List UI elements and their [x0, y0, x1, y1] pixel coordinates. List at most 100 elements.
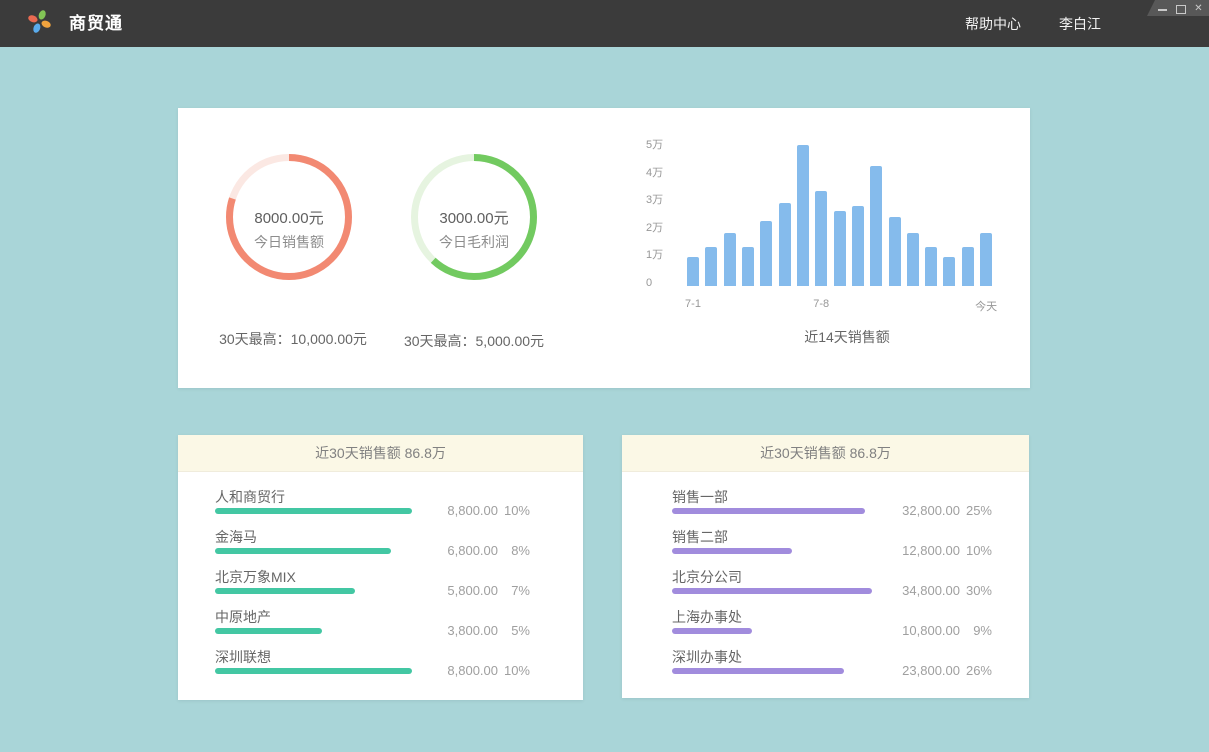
sales-bar-chart: 5万4万3万2万1万0 7-17-8今天 近14天销售额 [646, 138, 1036, 350]
item-name: 北京分公司 [672, 567, 742, 587]
item-progress-bar [672, 588, 872, 594]
item-values: 34,800.0030% [902, 583, 992, 599]
item-name: 金海马 [215, 527, 257, 547]
item-amount: 5,800.00 [447, 583, 498, 599]
chart-bar-day-16 [962, 247, 974, 286]
help-center-link[interactable]: 帮助中心 [965, 14, 1021, 34]
list-item: 深圳办事处 23,800.0026% [672, 647, 992, 677]
chart-bar-day-11 [870, 166, 882, 286]
chart-bar-day-12 [889, 217, 901, 286]
x-axis-tick: 今天 [964, 298, 1008, 314]
x-axis-tick: 7-1 [671, 298, 715, 310]
item-percent: 10% [498, 503, 530, 519]
item-name: 北京万象MIX [215, 567, 296, 587]
item-percent: 26% [960, 663, 992, 679]
item-progress-bar [672, 628, 752, 634]
chart-bar-day-2 [705, 247, 717, 286]
item-percent: 10% [498, 663, 530, 679]
chart-bar-day-14 [925, 247, 937, 286]
app-title: 商贸通 [69, 9, 123, 34]
chart-title: 近14天销售额 [687, 327, 1007, 347]
item-name: 深圳办事处 [672, 647, 742, 667]
item-values: 6,800.008% [447, 543, 530, 559]
chart-bar-day-13 [907, 233, 919, 286]
profit-30day-max-caption: 30天最高：5,000.00元 [359, 331, 589, 351]
chart-bar-day-10 [852, 206, 864, 286]
item-name: 中原地产 [215, 607, 271, 627]
department-list: 销售一部 32,800.0025% 销售二部 12,800.0010% 北京分公司 34,… [622, 472, 1029, 677]
item-amount: 32,800.00 [902, 503, 960, 519]
minimize-button[interactable] [1158, 4, 1167, 13]
chart-bar-day-6 [779, 203, 791, 286]
today-sales-label: 今日销售额 [219, 232, 359, 252]
list-item: 北京分公司 34,800.0030% [672, 567, 992, 597]
item-percent: 5% [498, 623, 530, 639]
item-percent: 10% [960, 543, 992, 559]
close-button[interactable]: ✕ [1194, 4, 1203, 13]
today-profit-donut: 3000.00元 今日毛利润 [404, 147, 544, 287]
chart-bar-day-8 [815, 191, 827, 286]
item-name: 上海办事处 [672, 607, 742, 627]
x-axis-tick: 7-8 [799, 298, 843, 310]
chart-bar-day-5 [760, 221, 772, 286]
item-amount: 34,800.00 [902, 583, 960, 599]
item-progress-bar [215, 668, 412, 674]
list-item: 销售一部 32,800.0025% [672, 487, 992, 517]
list-item: 人和商贸行8,800.0010% [215, 487, 530, 517]
item-values: 8,800.0010% [447, 503, 530, 519]
item-values: 3,800.005% [447, 623, 530, 639]
list-item: 北京万象MIX 5,800.007% [215, 567, 530, 597]
chart-bar-day-7 [797, 145, 809, 286]
y-axis-tick: 1万 [646, 248, 676, 262]
item-progress-bar [215, 628, 322, 634]
list-item: 上海办事处 10,800.009% [672, 607, 992, 637]
y-axis-tick: 0 [646, 276, 676, 290]
item-values: 8,800.0010% [447, 663, 530, 679]
item-amount: 3,800.00 [447, 623, 498, 639]
item-name: 销售一部 [672, 487, 728, 507]
today-sales-donut: 8000.00元 今日销售额 [219, 147, 359, 287]
chart-bar-day-15 [943, 257, 955, 286]
customer-card-title: 近30天销售额 86.8万 [178, 435, 583, 472]
titlebar[interactable]: 商贸通 帮助中心 李白江 ✕ [0, 0, 1209, 47]
today-profit-value: 3000.00元 [404, 207, 544, 228]
item-percent: 8% [498, 543, 530, 559]
today-sales-value: 8000.00元 [219, 207, 359, 228]
app-window: 商贸通 帮助中心 李白江 ✕ 8000.00元 今日销售额 3000 [0, 0, 1209, 752]
y-axis-tick: 5万 [646, 138, 676, 152]
list-item: 销售二部 12,800.0010% [672, 527, 992, 557]
user-menu[interactable]: 李白江 [1059, 14, 1101, 34]
item-progress-bar [215, 588, 355, 594]
customer-list: 人和商贸行8,800.0010% 金海马 6,800.008% 北京万象MIX 5,80… [178, 472, 583, 677]
today-profit-label: 今日毛利润 [404, 232, 544, 252]
item-amount: 8,800.00 [447, 503, 498, 519]
item-percent: 25% [960, 503, 992, 519]
item-amount: 23,800.00 [902, 663, 960, 679]
app-logo-icon [26, 8, 53, 35]
item-name: 销售二部 [672, 527, 728, 547]
item-percent: 7% [498, 583, 530, 599]
department-card-title: 近30天销售额 86.8万 [622, 435, 1029, 472]
window-controls: ✕ [1147, 0, 1209, 16]
item-values: 10,800.009% [902, 623, 992, 639]
item-progress-bar [215, 548, 391, 554]
chart-bar-day-4 [742, 247, 754, 286]
list-item: 深圳联想8,800.0010% [215, 647, 530, 677]
item-amount: 10,800.00 [902, 623, 960, 639]
item-amount: 6,800.00 [447, 543, 498, 559]
list-item: 中原地产 3,800.005% [215, 607, 530, 637]
item-percent: 9% [960, 623, 992, 639]
item-amount: 8,800.00 [447, 663, 498, 679]
item-values: 12,800.0010% [902, 543, 992, 559]
item-values: 5,800.007% [447, 583, 530, 599]
maximize-button[interactable] [1176, 4, 1185, 13]
chart-bar-day-3 [724, 233, 736, 286]
customer-sales-card: 近30天销售额 86.8万 人和商贸行8,800.0010% 金海马 6,800.0… [178, 435, 583, 700]
list-item: 金海马 6,800.008% [215, 527, 530, 557]
y-axis-tick: 3万 [646, 193, 676, 207]
item-progress-bar [672, 548, 792, 554]
chart-bar-day-9 [834, 211, 846, 286]
item-percent: 30% [960, 583, 992, 599]
item-values: 32,800.0025% [902, 503, 992, 519]
department-sales-card: 近30天销售额 86.8万 销售一部 32,800.0025% 销售二部 12,800… [622, 435, 1029, 698]
